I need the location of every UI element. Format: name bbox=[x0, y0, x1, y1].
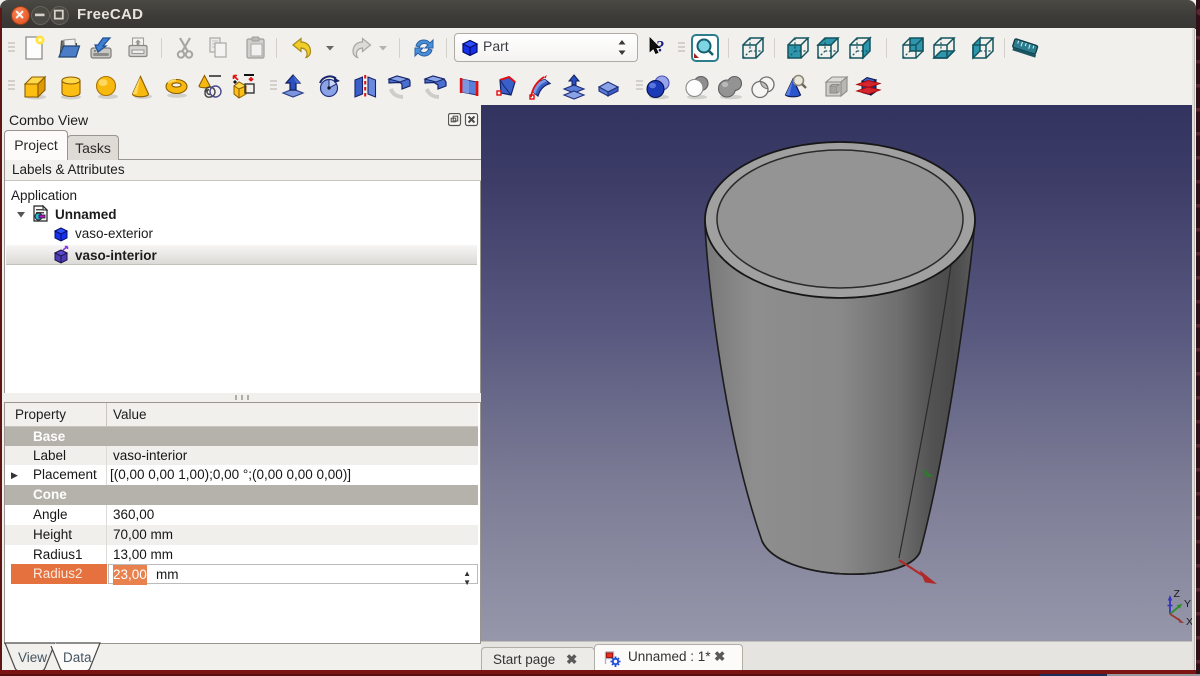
svg-text:Z: Z bbox=[1174, 588, 1181, 600]
svg-text:Data: Data bbox=[63, 650, 92, 665]
svg-text:View: View bbox=[18, 650, 47, 665]
svg-text:Y: Y bbox=[1184, 598, 1191, 610]
svg-text:?: ? bbox=[657, 39, 665, 56]
